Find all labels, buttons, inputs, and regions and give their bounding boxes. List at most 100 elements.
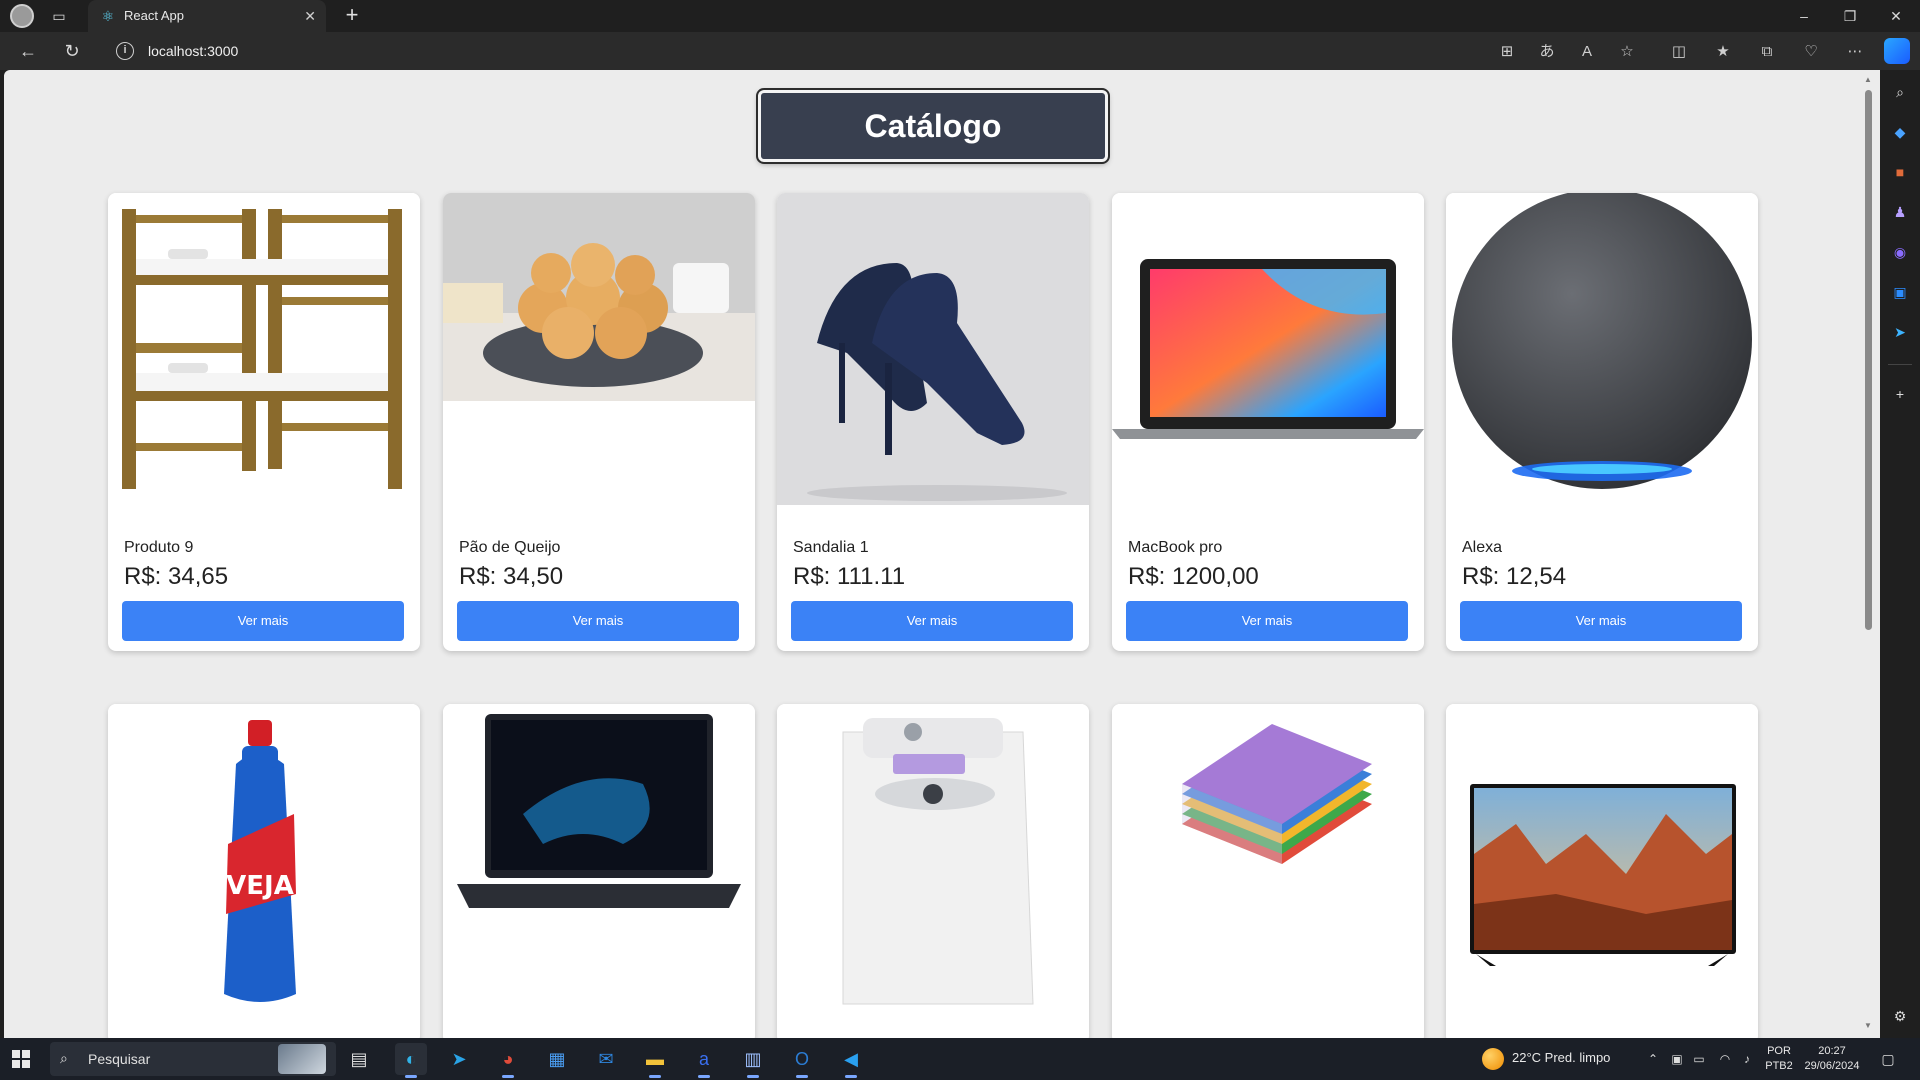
product-card: VEJA	[108, 704, 420, 1038]
product-price: R$: 111.11	[793, 563, 906, 590]
restore-button[interactable]: ❐	[1830, 4, 1870, 28]
sidebar-divider	[1888, 364, 1912, 365]
split-screen-icon[interactable]: ◫	[1668, 41, 1690, 63]
search-placeholder: Pesquisar	[88, 1051, 151, 1067]
page-title: Catálogo	[756, 88, 1110, 164]
wifi-icon[interactable]: ◠	[1716, 1050, 1734, 1068]
notifications-icon[interactable]: ▢	[1878, 1049, 1898, 1069]
store-app-icon[interactable]: ▦	[541, 1043, 573, 1075]
read-aloud-icon[interactable]: A	[1576, 41, 1598, 63]
file-explorer-icon[interactable]: ▬	[639, 1043, 671, 1078]
see-more-button[interactable]: Ver mais	[457, 601, 739, 641]
tab-close-icon[interactable]: ✕	[304, 7, 316, 25]
task-view-icon[interactable]: ▤	[343, 1043, 375, 1075]
site-info-icon[interactable]: i	[116, 42, 134, 60]
page-viewport: Catálogo Produto 9 R$: 34,65 Ver mais Pã…	[4, 70, 1880, 1038]
product-card: Alexa R$: 12,54 Ver mais	[1446, 193, 1758, 651]
minimize-button[interactable]: –	[1784, 4, 1824, 28]
weather-icon[interactable]	[1482, 1048, 1504, 1070]
laptop-dark-image	[443, 704, 755, 1016]
games-icon[interactable]: ♟	[1890, 202, 1910, 222]
clock-time: 20:27	[1818, 1045, 1846, 1057]
see-more-button[interactable]: Ver mais	[1460, 601, 1742, 641]
sidebar-search-icon[interactable]: ⌕	[1890, 82, 1910, 102]
see-more-button[interactable]: Ver mais	[791, 601, 1073, 641]
edge-app-icon[interactable]: ◐	[395, 1043, 427, 1078]
tab-actions-icon[interactable]: ▭	[50, 7, 68, 25]
tools-icon[interactable]: ■	[1890, 162, 1910, 182]
profile-avatar[interactable]	[10, 4, 34, 28]
copilot-icon[interactable]	[1884, 38, 1910, 64]
collections-icon[interactable]: ⧉	[1756, 41, 1778, 63]
favorites-icon[interactable]: ★	[1712, 41, 1734, 63]
clock[interactable]: 20:27 29/06/2024	[1800, 1044, 1864, 1074]
product-card: Pão de Queijo R$: 34,50 Ver mais	[443, 193, 755, 651]
notebooks-image	[1112, 704, 1424, 1016]
see-more-button[interactable]: Ver mais	[1126, 601, 1408, 641]
product-price: R$: 12,54	[1462, 563, 1567, 590]
product-price: R$: 1200,00	[1128, 563, 1259, 590]
outlook-icon[interactable]: ▣	[1890, 282, 1910, 302]
back-icon[interactable]: ←	[16, 39, 40, 63]
translate-icon[interactable]: あ	[1536, 41, 1558, 63]
shopping-tag-icon[interactable]: ◆	[1890, 122, 1910, 142]
outlook-app-icon[interactable]: O	[786, 1043, 818, 1078]
clock-date: 29/06/2024	[1804, 1060, 1860, 1072]
product-name: Alexa	[1462, 539, 1503, 556]
product-card: MacBook pro R$: 1200,00 Ver mais	[1112, 193, 1424, 651]
url-field[interactable]: i localhost:3000	[106, 36, 1496, 66]
url-text: localhost:3000	[148, 43, 239, 59]
laptop-macbook-image	[1112, 193, 1424, 505]
browser-titlebar: ▭ ⚛ React App ✕ + – ❐ ✕	[0, 0, 1920, 32]
tray-expand-icon[interactable]: ⌃	[1644, 1050, 1662, 1068]
navy-heels-image	[777, 193, 1089, 505]
product-card	[777, 704, 1089, 1038]
close-window-button[interactable]: ✕	[1876, 4, 1916, 28]
cheese-bread-image	[443, 193, 755, 505]
tab-title: React App	[124, 8, 184, 23]
page-scrollbar[interactable]: ▲ ▼	[1860, 70, 1876, 1038]
notepad-app-icon[interactable]: ▥	[737, 1043, 769, 1078]
new-tab-button[interactable]: +	[340, 4, 364, 28]
product-card	[1446, 704, 1758, 1038]
search-icon: ⌕	[60, 1050, 68, 1066]
washing-machine-image	[777, 704, 1089, 1016]
send-icon[interactable]: ➤	[1890, 322, 1910, 342]
scroll-up-icon[interactable]: ▲	[1864, 76, 1872, 84]
windows-start-icon[interactable]	[12, 1050, 30, 1068]
sidebar-settings-icon[interactable]: ⚙	[1890, 1006, 1910, 1026]
microsoft365-icon[interactable]: ◉	[1890, 242, 1910, 262]
reload-icon[interactable]: ↻	[60, 39, 84, 63]
telegram-app-icon[interactable]: ➤	[443, 1043, 475, 1075]
product-price: R$: 34,65	[124, 563, 229, 590]
meet-icon[interactable]: ▣	[1668, 1050, 1686, 1068]
more-menu-icon[interactable]: ⋯	[1844, 41, 1866, 63]
translator-app-icon[interactable]: a	[688, 1043, 720, 1078]
volume-icon[interactable]: ♪	[1738, 1050, 1756, 1068]
favorite-star-icon[interactable]: ☆	[1616, 41, 1638, 63]
windows-taskbar: ⌕ Pesquisar ▤ ◐ ➤ ◕ ▦ ✉ ▬ a ▥ O ◀ 22°C P…	[0, 1038, 1920, 1080]
scrollbar-thumb[interactable]	[1865, 90, 1872, 630]
product-name: MacBook pro	[1128, 539, 1223, 556]
taskbar-search[interactable]: ⌕ Pesquisar	[50, 1042, 336, 1076]
add-sidebar-app-icon[interactable]: +	[1890, 384, 1910, 404]
cleaning-bottle-image: VEJA	[108, 704, 420, 1016]
scroll-down-icon[interactable]: ▼	[1864, 1022, 1872, 1030]
vscode-app-icon[interactable]: ◀	[835, 1043, 867, 1078]
product-name: Pão de Queijo	[459, 539, 561, 556]
search-highlight-image	[278, 1044, 326, 1074]
television-image	[1446, 704, 1758, 1016]
language-indicator[interactable]: POR PTB2	[1764, 1044, 1794, 1074]
bunk-bed-image	[108, 193, 420, 505]
product-card	[1112, 704, 1424, 1038]
mail-app-icon[interactable]: ✉	[590, 1043, 622, 1075]
browser-tab[interactable]: ⚛ React App ✕	[88, 0, 326, 32]
weather-text[interactable]: 22°C Pred. limpo	[1512, 1050, 1610, 1065]
chrome-app-icon[interactable]: ◕	[492, 1043, 524, 1078]
browser-essentials-icon[interactable]: ♡	[1800, 41, 1822, 63]
see-more-button[interactable]: Ver mais	[122, 601, 404, 641]
app-available-icon[interactable]: ⊞	[1496, 41, 1518, 63]
battery-icon[interactable]: ▭	[1690, 1050, 1708, 1068]
product-card: Sandalia 1 R$: 111.11 Ver mais	[777, 193, 1089, 651]
product-name: Produto 9	[124, 539, 194, 556]
